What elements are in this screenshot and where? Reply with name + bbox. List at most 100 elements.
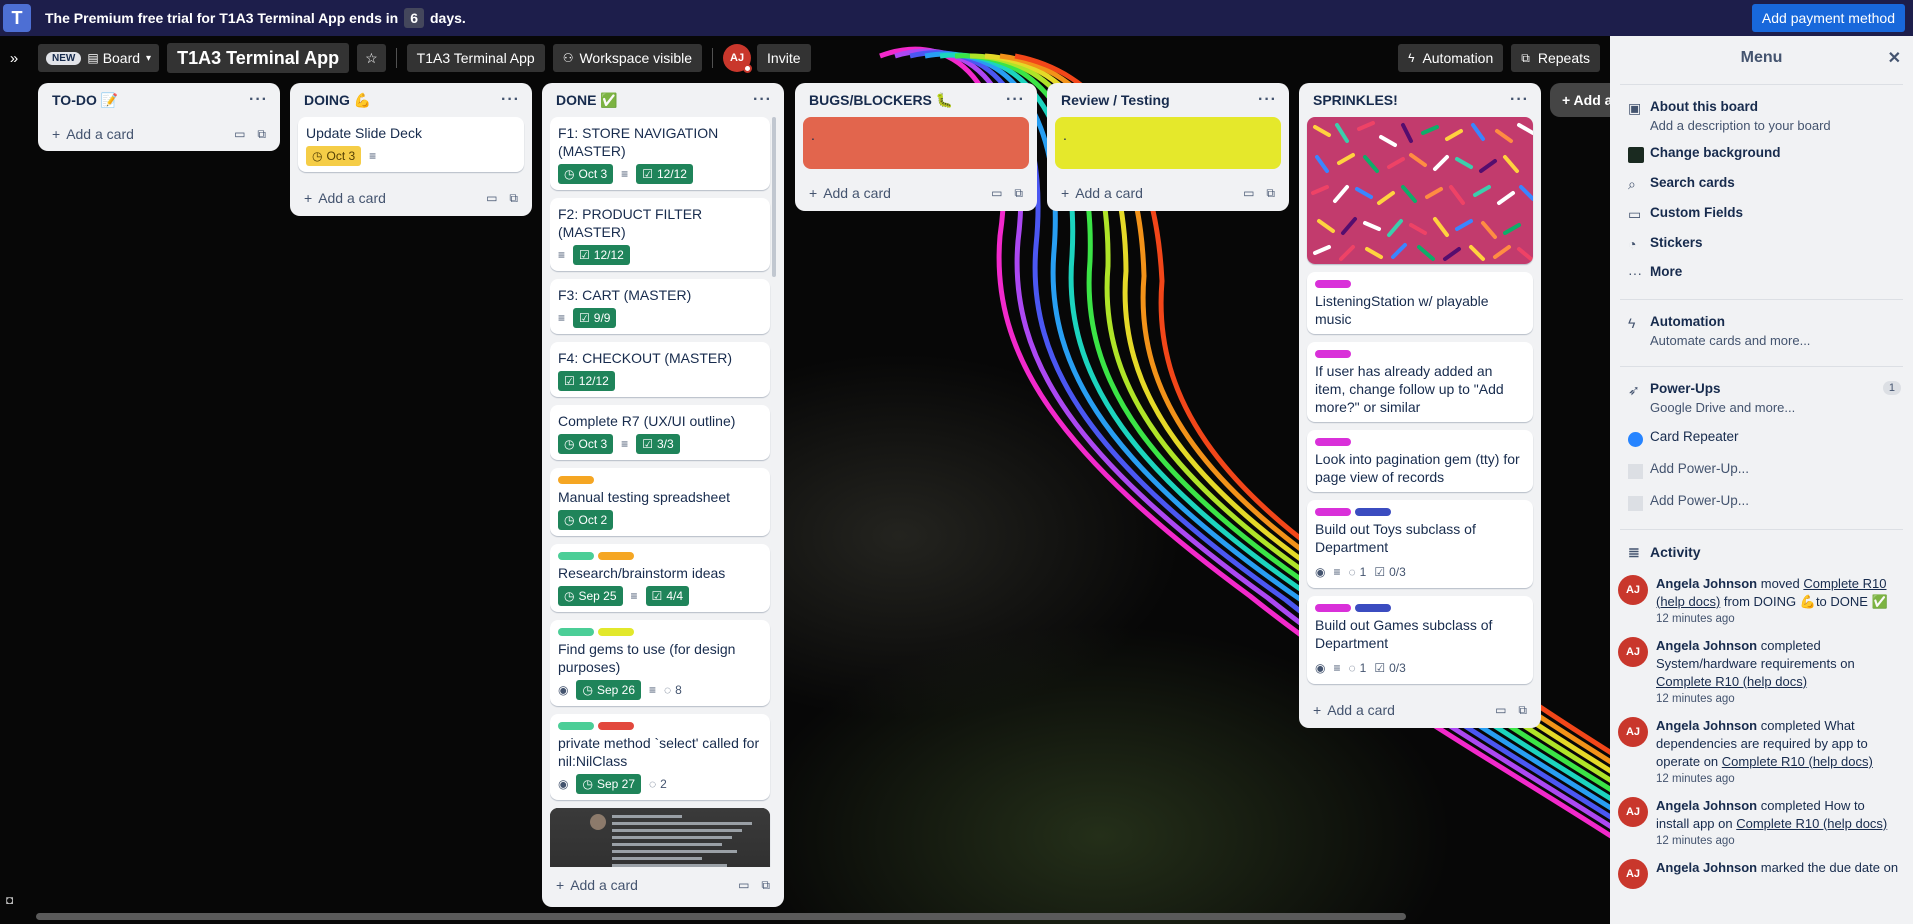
list-header[interactable]: DOING 💪 ··· [298,83,524,117]
menu-custom-fields[interactable]: ▭ Custom Fields [1610,197,1913,227]
card[interactable]: Build out Toys subclass of Department ◉ … [1307,500,1533,588]
close-icon[interactable]: ✕ [1888,48,1901,68]
activity-user[interactable]: Angela Johnson [1656,860,1757,875]
card-labels[interactable] [1315,604,1525,612]
card[interactable]: F4: CHECKOUT (MASTER) ☑ 12/12 [550,342,770,397]
board-view-switcher[interactable]: NEW ▤ Board ▾ [38,44,160,72]
avatar[interactable]: AJ [1618,636,1648,667]
menu-change-background[interactable]: Change background [1610,137,1913,167]
card[interactable]: F3: CART (MASTER) ≡ ☑ 9/9 [550,279,770,334]
card[interactable]: private method `select' called for nil:N… [550,714,770,800]
list-title[interactable]: BUGS/BLOCKERS 🐛 [809,92,953,109]
due-date-badge[interactable]: ◷ Oct 2 [558,510,614,530]
activity-card-link[interactable]: Complete R10 (help docs) [1736,816,1887,831]
scrollbar[interactable] [772,117,776,277]
menu-add-power-up[interactable]: Add Power-Up... [1610,451,1913,483]
card[interactable]: Research/brainstorm ideas ◷ Sep 25 ≡ ☑ 4/4 [550,544,770,612]
template-icon[interactable]: ⧉ [1518,703,1527,718]
list-menu-icon[interactable]: ··· [249,91,272,109]
list-header[interactable]: DONE ✅ ··· [550,83,776,117]
due-date-badge[interactable]: ◷ Oct 3 [306,146,362,166]
visibility-button[interactable]: ⚇ Workspace visible [552,44,703,72]
list-menu-icon[interactable]: ··· [1258,91,1281,109]
edit-icon[interactable]: ▭ [1243,186,1254,201]
list-title[interactable]: TO-DO 📝 [52,92,118,109]
repeats-button[interactable]: ⧉ Repeats [1511,44,1600,72]
card[interactable]: . [803,117,1029,169]
activity-time[interactable]: 12 minutes ago [1656,835,1901,847]
list-title[interactable]: Review / Testing [1061,92,1170,108]
card-labels[interactable] [1315,438,1525,446]
avatar[interactable]: AJ [1618,574,1648,605]
add-card-button[interactable]: + Add a card [1061,185,1143,201]
menu-more[interactable]: ··· More [1610,256,1913,285]
list-header[interactable]: BUGS/BLOCKERS 🐛 ··· [803,83,1029,117]
due-date-badge[interactable]: ◷ Oct 3 [558,434,614,454]
horizontal-scrollbar[interactable] [36,913,1406,920]
card[interactable]: Complete R7 (UX/UI outline) ◷ Oct 3 ≡ ☑ 3/… [550,405,770,460]
due-date-badge[interactable]: ◷ Sep 25 [558,586,623,606]
add-card-button[interactable]: + Add a card [809,185,891,201]
menu-search-cards[interactable]: ⌕ Search cards [1610,167,1913,197]
template-icon[interactable]: ⧉ [257,127,266,142]
expand-sidebar-icon[interactable]: » [2,50,26,67]
activity-user[interactable]: Angela Johnson [1656,576,1757,591]
avatar[interactable]: AJ [723,44,753,73]
add-card-button[interactable]: + Add a card [52,126,134,142]
star-board-button[interactable]: ☆ [357,44,386,72]
template-icon[interactable]: ⧉ [1014,186,1023,201]
activity-card-link[interactable]: Complete R10 (help docs) [1722,754,1873,769]
activity-time[interactable]: 12 minutes ago [1656,773,1901,785]
card-labels[interactable] [558,552,762,560]
list-menu-icon[interactable]: ··· [501,91,524,109]
activity-time[interactable]: 12 minutes ago [1656,613,1901,625]
card[interactable]: Look into pagination gem (tty) for page … [1307,430,1533,492]
edit-icon[interactable]: ▭ [486,191,497,206]
activity-user[interactable]: Angela Johnson [1656,638,1757,653]
card-labels[interactable] [558,628,762,636]
avatar[interactable]: AJ [1618,796,1648,827]
menu-about-board[interactable]: ▣ About this board Add a description to y… [1610,95,1913,137]
card[interactable]: F1: STORE NAVIGATION (MASTER) ◷ Oct 3 ≡ ☑… [550,117,770,190]
activity-card-link[interactable]: Complete R10 (help docs) [1656,674,1807,689]
add-card-button[interactable]: + Add a card [1313,702,1395,718]
list-header[interactable]: Review / Testing ··· [1055,83,1281,117]
workspace-button[interactable]: T1A3 Terminal App [406,44,545,72]
list-menu-icon[interactable]: ··· [1006,91,1029,109]
edit-icon[interactable]: ▭ [234,127,245,142]
list-header[interactable]: TO-DO 📝 ··· [46,83,272,117]
card-cover[interactable] [1307,117,1533,264]
card[interactable]: F2: PRODUCT FILTER (MASTER) ≡ ☑ 12/12 [550,198,770,271]
invite-button[interactable]: Invite [757,44,811,72]
list-title[interactable]: SPRINKLES! [1313,92,1398,108]
add-card-button[interactable]: + Add a card [304,190,386,206]
card[interactable]: ListeningStation w/ playable music [1307,272,1533,334]
card-labels[interactable] [1315,350,1525,358]
card[interactable]: . [1055,117,1281,169]
activity-user[interactable]: Angela Johnson [1656,798,1757,813]
edit-icon[interactable]: ▭ [1495,703,1506,718]
menu-power-ups[interactable]: ➶ Power-Ups Google Drive and more... 1 [1610,377,1913,419]
edit-icon[interactable]: ▭ [738,878,749,893]
template-icon[interactable]: ⧉ [509,191,518,206]
template-icon[interactable]: ⧉ [1266,186,1275,201]
menu-automation[interactable]: ϟ Automation Automate cards and more... [1610,310,1913,352]
trello-logo-icon[interactable]: T [3,4,31,32]
list-menu-icon[interactable]: ··· [753,91,776,109]
due-date-badge[interactable]: ◷ Oct 3 [558,164,614,184]
list-menu-icon[interactable]: ··· [1510,91,1533,109]
list-title[interactable]: DONE ✅ [556,92,618,109]
card[interactable]: Find gems to use (for design purposes) ◉… [550,620,770,706]
activity-time[interactable]: 12 minutes ago [1656,693,1901,705]
edit-icon[interactable]: ▭ [991,186,1002,201]
template-icon[interactable]: ⧉ [761,878,770,893]
card-labels[interactable] [1315,508,1525,516]
activity-user[interactable]: Angela Johnson [1656,718,1757,733]
card-screenshot-cover[interactable] [550,808,770,867]
due-date-badge[interactable]: ◷ Sep 26 [576,680,642,700]
menu-card-repeater[interactable]: Card Repeater [1610,419,1913,451]
card-labels[interactable] [1315,280,1525,288]
avatar[interactable]: AJ [1618,858,1648,889]
card[interactable]: If user has already added an item, chang… [1307,342,1533,422]
card[interactable]: Update Slide Deck ◷ Oct 3 ≡ [298,117,524,172]
